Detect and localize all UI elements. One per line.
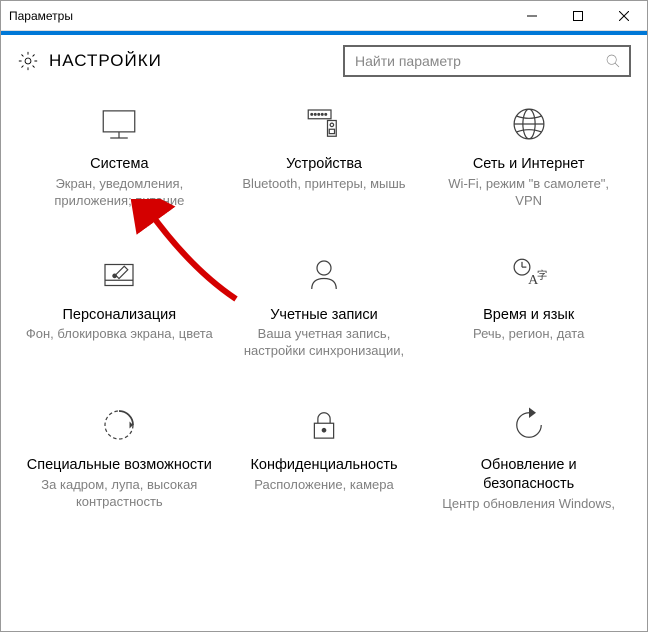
devices-icon <box>303 103 345 145</box>
tile-privacy[interactable]: Конфиденциальность Расположение, камера <box>222 390 427 543</box>
window-title: Параметры <box>1 9 509 23</box>
tile-desc: Bluetooth, принтеры, мышь <box>230 176 419 193</box>
lock-icon <box>303 404 345 446</box>
tile-desc: За кадром, лупа, высокая контрастность <box>25 477 214 511</box>
time-language-icon: A 字 <box>508 254 550 296</box>
tile-title: Время и язык <box>434 306 623 325</box>
gear-icon <box>17 50 39 72</box>
window-titlebar: Параметры <box>1 1 647 31</box>
tile-devices[interactable]: Устройства Bluetooth, принтеры, мышь <box>222 89 427 240</box>
header: НАСТРОЙКИ <box>1 35 647 89</box>
display-icon <box>98 103 140 145</box>
tile-title: Конфиденциальность <box>230 456 419 475</box>
tile-title: Персонализация <box>25 306 214 325</box>
tile-desc: Фон, блокировка экрана, цвета <box>25 326 214 343</box>
tile-title: Специальные возможности <box>25 456 214 475</box>
update-icon <box>508 404 550 446</box>
tile-ease-of-access[interactable]: Специальные возможности За кадром, лупа,… <box>17 390 222 543</box>
search-input[interactable] <box>353 52 605 70</box>
search-box[interactable] <box>343 45 631 77</box>
tile-desc: Wi-Fi, режим "в самолете", VPN <box>434 176 623 210</box>
maximize-button[interactable] <box>555 1 601 31</box>
tile-time-language[interactable]: A 字 Время и язык Речь, регион, дата <box>426 240 631 391</box>
tile-desc: Речь, регион, дата <box>434 326 623 343</box>
search-icon <box>605 53 621 69</box>
minimize-button[interactable] <box>509 1 555 31</box>
tile-title: Обновление и безопасность <box>434 456 623 494</box>
close-button[interactable] <box>601 1 647 31</box>
svg-text:字: 字 <box>537 268 548 281</box>
personalization-icon <box>98 254 140 296</box>
tile-title: Учетные записи <box>230 306 419 325</box>
tile-desc: Расположение, камера <box>230 477 419 494</box>
ease-of-access-icon <box>98 404 140 446</box>
tile-desc: Центр обновления Windows, <box>434 496 623 513</box>
tile-desc: Ваша учетная запись, настройки синхрониз… <box>230 326 419 360</box>
globe-icon <box>508 103 550 145</box>
tile-network[interactable]: Сеть и Интернет Wi-Fi, режим "в самолете… <box>426 89 631 240</box>
tile-personalization[interactable]: Персонализация Фон, блокировка экрана, ц… <box>17 240 222 391</box>
tile-title: Система <box>25 155 214 174</box>
tile-title: Сеть и Интернет <box>434 155 623 174</box>
tile-title: Устройства <box>230 155 419 174</box>
tile-update-security[interactable]: Обновление и безопасность Центр обновлен… <box>426 390 631 543</box>
person-icon <box>303 254 345 296</box>
settings-grid: Система Экран, уведомления, приложения; … <box>1 89 647 543</box>
tile-desc: Экран, уведомления, приложения; питание <box>25 176 214 210</box>
tile-accounts[interactable]: Учетные записи Ваша учетная запись, наст… <box>222 240 427 391</box>
tile-system[interactable]: Система Экран, уведомления, приложения; … <box>17 89 222 240</box>
page-title: НАСТРОЙКИ <box>49 51 343 71</box>
